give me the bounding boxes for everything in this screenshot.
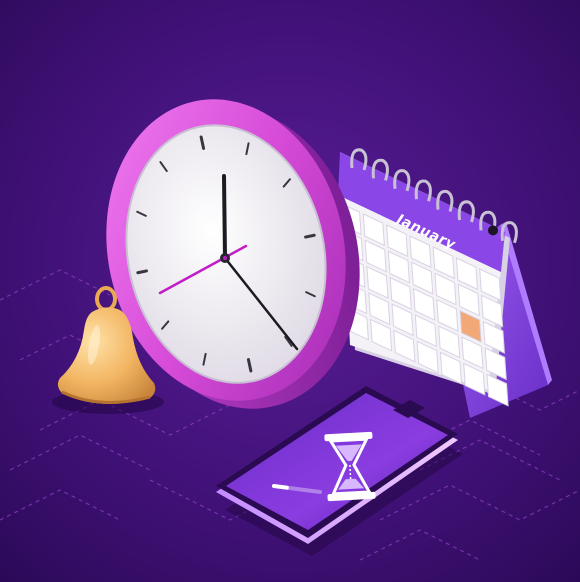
clock-tick [136,269,148,275]
calendar-pin [488,225,498,236]
illustration-scene: January [0,0,580,582]
clock-tick [304,233,316,239]
progress-fill [272,484,289,490]
clock-hour-hand [222,174,227,260]
